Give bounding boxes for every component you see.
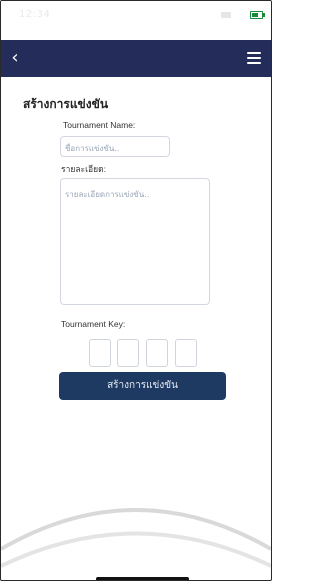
home-indicator[interactable] bbox=[96, 577, 189, 580]
background-arc-decoration bbox=[1, 508, 271, 568]
phone-screen: 12:34 ‹ สร้างการแข่งขัน Tournament Name:… bbox=[0, 0, 272, 581]
